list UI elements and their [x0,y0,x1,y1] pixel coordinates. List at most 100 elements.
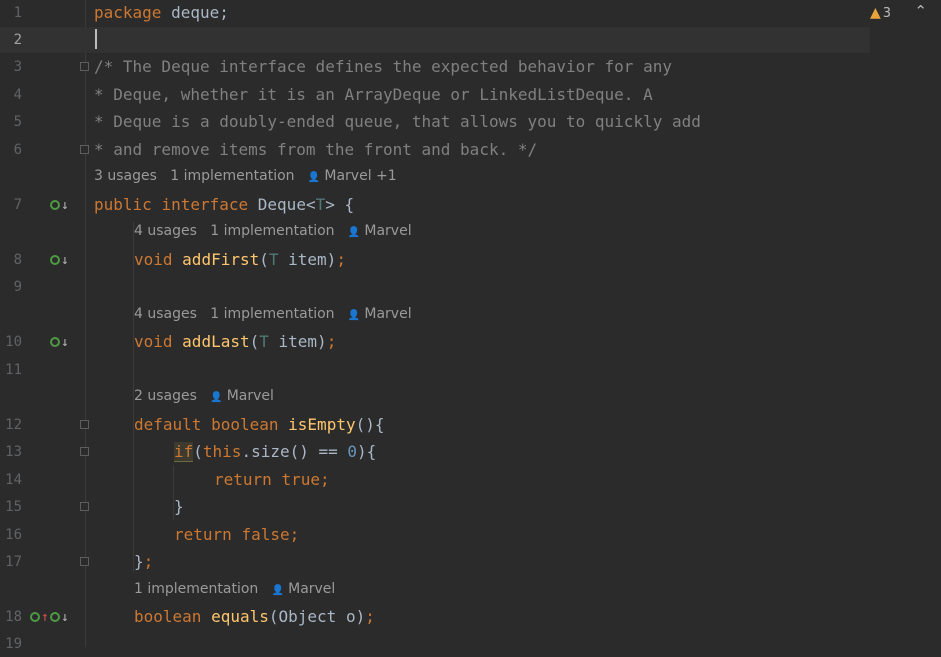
line-number: 8 [13,252,22,268]
code-text: ( [193,442,203,461]
type-parameter: T [268,250,279,269]
keyword: interface [161,195,249,214]
fold-marker[interactable] [80,420,89,429]
inlay-hint[interactable]: 4 usages 1 implementation 👤 Marvel [134,221,412,243]
previous-highlight-button[interactable]: ⌃ [914,2,927,20]
implementations-hint[interactable]: 1 implementation [134,581,258,597]
person-icon: 👤 [307,172,321,183]
line-number: 3 [13,59,22,75]
code-line[interactable]: return true; [214,467,330,493]
line-number: 14 [5,472,22,488]
arrow-up-icon: ↑ [41,610,49,625]
person-icon: 👤 [347,310,361,321]
implemented-icon [50,612,60,622]
overrides-marker[interactable]: ↑ [30,610,49,625]
semicolon: ; [336,250,346,269]
code-text: < [305,195,316,214]
fold-marker[interactable] [80,145,89,154]
keyword: void [134,250,173,269]
warnings-count: 3 [882,6,891,21]
line-number: 12 [5,417,22,433]
implementations-hint[interactable]: 1 implementation [210,306,334,322]
code-line[interactable]: if(this.size() == 0){ [174,439,376,465]
method-name: equals [211,607,269,626]
semicolon: ; [365,607,375,626]
line-number: 9 [13,279,22,295]
usages-hint[interactable]: 4 usages [134,223,197,239]
code-line[interactable]: }; [134,549,153,575]
code-comment[interactable]: * and remove items from the front and ba… [94,137,537,163]
implemented-marker[interactable]: ↓ [50,610,69,625]
code-text: (Object o) [268,607,366,626]
keyword: public [94,195,152,214]
overrides-icon [30,612,40,622]
author-hint[interactable]: Marvel [364,306,411,322]
keyword-highlighted: if [174,442,194,462]
code-text: > { [325,195,355,214]
keyword: false [241,525,290,544]
code-line[interactable]: void addFirst(T item); [134,247,346,273]
code-text: item) [278,250,337,269]
number-literal: 0 [347,442,358,461]
line-number: 4 [13,87,22,103]
line-number-current: 2 [13,32,22,48]
author-hint[interactable]: Marvel +1 [324,168,396,184]
implementations-hint[interactable]: 1 implementation [210,223,334,239]
author-hint[interactable]: Marvel [288,581,335,597]
code-line[interactable]: public interface Deque<T> { [94,192,354,218]
text-caret [95,29,97,49]
code-line[interactable]: return false; [174,522,299,548]
line-number: 7 [13,197,22,213]
semicolon: ; [143,552,154,571]
code-comment[interactable]: * Deque is a doubly-ended queue, that al… [94,109,701,135]
code-text: item) [268,332,327,351]
keyword: true [281,470,320,489]
code-comment[interactable]: /* The Deque interface defines the expec… [94,54,672,80]
interface-name: Deque [257,195,306,214]
code-comment[interactable]: * Deque, whether it is an ArrayDeque or … [94,82,653,108]
author-hint[interactable]: Marvel [227,388,274,404]
code-text: ){ [357,442,377,461]
code-line[interactable]: boolean equals(Object o); [134,604,375,630]
semicolon: ; [289,525,300,544]
method-name: addLast [182,332,250,351]
implemented-marker[interactable]: ↓ [50,253,69,268]
line-number: 11 [5,362,22,378]
keyword: this [202,442,242,461]
implemented-marker[interactable]: ↓ [50,198,69,213]
method-name: addFirst [182,250,260,269]
code-line[interactable]: package deque; [94,0,229,26]
person-icon: 👤 [347,227,361,238]
inlay-hint[interactable]: 3 usages 1 implementation 👤 Marvel +1 [94,166,397,188]
implemented-icon [50,337,60,347]
usages-hint[interactable]: 3 usages [94,168,157,184]
implemented-marker[interactable]: ↓ [50,335,69,350]
person-icon: 👤 [271,585,285,596]
author-hint[interactable]: Marvel [364,223,411,239]
fold-marker[interactable] [80,557,89,566]
current-line-highlight [0,27,870,53]
line-number: 6 [13,142,22,158]
fold-marker[interactable] [80,447,89,456]
inlay-hint[interactable]: 2 usages 👤 Marvel [134,386,274,408]
line-number: 19 [5,636,22,652]
fold-marker[interactable] [80,62,89,71]
usages-hint[interactable]: 4 usages [134,306,197,322]
code-line[interactable]: } [174,494,184,520]
line-number: 18 [5,609,22,625]
line-number: 13 [5,444,22,460]
implementations-hint[interactable]: 1 implementation [170,168,294,184]
implemented-icon [50,255,60,265]
code-text: } [134,552,144,571]
warnings-indicator[interactable]: ▲ 3 [870,5,891,21]
inlay-hint[interactable]: 1 implementation 👤 Marvel [134,579,335,601]
fold-marker[interactable] [80,502,89,511]
arrow-down-icon: ↓ [61,335,69,350]
inlay-hint[interactable]: 4 usages 1 implementation 👤 Marvel [134,304,412,326]
semicolon: ; [319,470,330,489]
code-line[interactable]: default boolean isEmpty(){ [134,412,385,438]
usages-hint[interactable]: 2 usages [134,388,197,404]
line-number: 5 [13,114,22,130]
code-line[interactable]: void addLast(T item); [134,329,336,355]
keyword: void [134,332,173,351]
